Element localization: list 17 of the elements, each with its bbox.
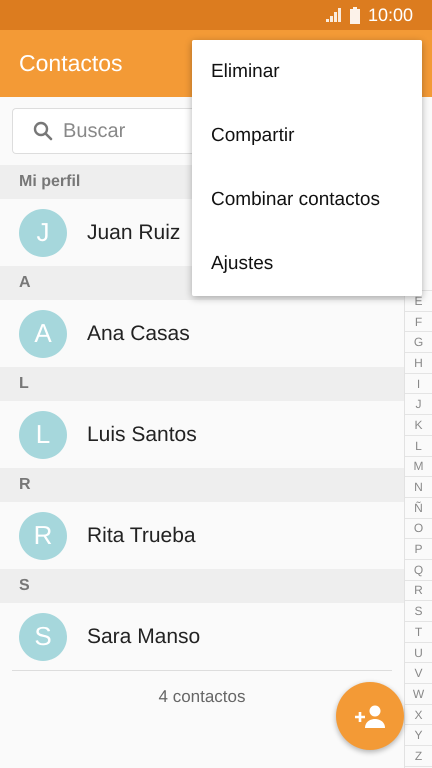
contact-name: Ana Casas <box>87 322 190 346</box>
section-title: R <box>19 476 31 494</box>
avatar: A <box>19 310 67 358</box>
avatar: L <box>19 410 67 458</box>
section-title: S <box>19 577 30 595</box>
contact-name: Juan Ruiz <box>87 220 180 244</box>
avatar: S <box>19 612 67 660</box>
avatar: J <box>19 208 67 256</box>
avatar: R <box>19 512 67 560</box>
app-title: Contactos <box>19 50 123 77</box>
contact-name: Luis Santos <box>87 422 197 446</box>
section-title: L <box>19 375 29 393</box>
section-title: Mi perfil <box>19 173 80 191</box>
section-title: A <box>19 274 31 292</box>
contact-name: Sara Manso <box>87 624 200 648</box>
clock: 10:00 <box>368 4 413 26</box>
contact-name: Rita Trueba <box>87 524 196 548</box>
